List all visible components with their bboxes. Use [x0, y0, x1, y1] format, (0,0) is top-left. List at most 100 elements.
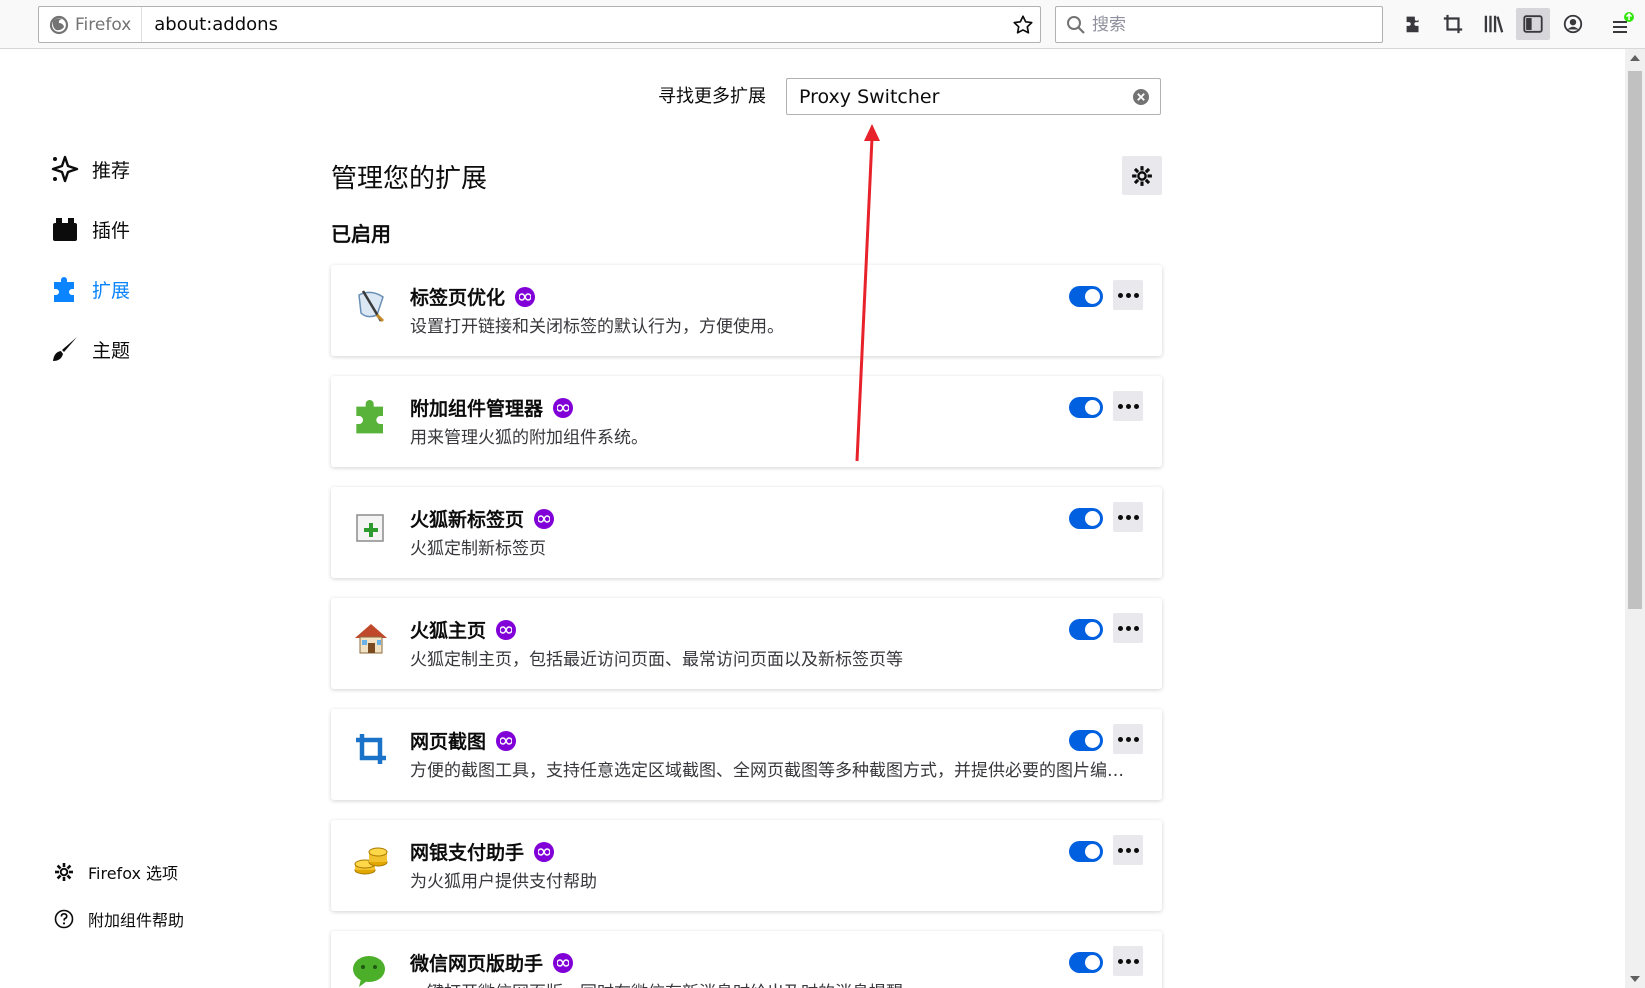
firefox-logo-icon	[49, 15, 69, 34]
sidebar-toolbar-button[interactable]	[1516, 8, 1550, 40]
sidebar-icon	[1523, 15, 1543, 33]
recommended-badge-icon	[553, 397, 574, 418]
extension-more-options-button[interactable]	[1113, 724, 1143, 754]
extension-more-options-button[interactable]	[1113, 502, 1143, 532]
url-text[interactable]: about:addons	[142, 14, 1006, 35]
scroll-down-arrow-icon[interactable]	[1625, 970, 1645, 988]
extension-name-row: 标签页优化	[410, 283, 536, 310]
extension-card[interactable]: 网页截图 方便的截图工具，支持任意选定区域截图、全网页截图等多种截图方式，并提供…	[331, 709, 1162, 800]
library-icon	[1484, 15, 1504, 33]
identity-box[interactable]: Firefox	[39, 7, 143, 42]
recommended-badge-icon	[515, 286, 536, 307]
extension-enable-toggle[interactable]	[1069, 841, 1103, 862]
page-scrollbar[interactable]	[1625, 49, 1645, 988]
account-toolbar-button[interactable]	[1556, 8, 1590, 40]
extension-enable-toggle[interactable]	[1069, 508, 1103, 529]
sidebar-item-label: 扩展	[92, 279, 131, 302]
extension-name-row: 火狐主页	[410, 616, 517, 643]
extension-description: 方便的截图工具，支持任意选定区域截图、全网页截图等多种截图方式，并提供必要的图片…	[410, 761, 1130, 781]
sidebar-item-recommended[interactable]: 推荐	[50, 154, 130, 184]
sidebar-item-themes[interactable]: 主题	[50, 334, 130, 364]
clear-search-icon[interactable]	[1132, 88, 1150, 106]
extension-more-options-button[interactable]	[1113, 391, 1143, 421]
scroll-thumb[interactable]	[1628, 71, 1642, 609]
section-heading-enabled: 已启用	[331, 222, 391, 246]
recommended-badge-icon	[553, 952, 574, 973]
extension-name: 网页截图	[410, 731, 487, 753]
extension-name: 网银支付助手	[410, 842, 525, 864]
hamburger-update-icon	[1613, 12, 1634, 33]
menu-toolbar-button[interactable]	[1605, 8, 1641, 40]
recommended-badge-icon	[496, 619, 517, 640]
sidebar-item-label: 推荐	[92, 159, 131, 182]
gear-icon	[55, 863, 73, 881]
extension-name: 火狐新标签页	[410, 509, 525, 531]
extension-name: 火狐主页	[410, 620, 487, 642]
find-more-label: 寻找更多扩展	[658, 86, 766, 107]
search-icon	[1067, 15, 1085, 34]
extension-enable-toggle[interactable]	[1069, 619, 1103, 640]
scroll-up-arrow-icon[interactable]	[1625, 49, 1645, 67]
puzzle-icon	[54, 277, 74, 302]
footer-label: Firefox 选项	[88, 864, 179, 883]
extension-card[interactable]: 附加组件管理器 用来管理火狐的附加组件系统。	[331, 376, 1162, 467]
tools-menu-button[interactable]	[1122, 156, 1162, 195]
extension-name: 微信网页版助手	[410, 953, 544, 975]
extension-enable-toggle[interactable]	[1069, 730, 1103, 751]
recommended-badge-icon	[534, 508, 555, 529]
extension-name-row: 附加组件管理器	[410, 394, 574, 421]
new-tab-icon	[349, 505, 393, 549]
extension-description: 用来管理火狐的附加组件系统。	[410, 428, 648, 448]
gear-icon	[1132, 165, 1152, 186]
extension-name-row: 网银支付助手	[410, 838, 555, 865]
extension-name-row: 微信网页版助手	[410, 949, 574, 976]
search-bar[interactable]	[1055, 6, 1383, 43]
sidebar-item-label: 主题	[92, 339, 131, 362]
browser-toolbar: Firefox about:addons	[0, 0, 1645, 49]
extension-more-options-button[interactable]	[1113, 280, 1143, 310]
extension-description: 火狐定制新标签页	[410, 539, 546, 559]
extension-more-options-button[interactable]	[1113, 946, 1143, 976]
brush-icon	[53, 337, 77, 361]
puzzle-icon	[1406, 16, 1419, 33]
sidebar-item-label: 插件	[92, 219, 131, 242]
extension-card[interactable]: 火狐主页 火狐定制主页，包括最近访问页面、最常访问页面以及新标签页等	[331, 598, 1162, 689]
coins-icon	[349, 838, 393, 882]
account-icon	[1563, 14, 1583, 34]
sparkle-icon	[51, 155, 79, 183]
screenshot-toolbar-button[interactable]	[1436, 8, 1470, 40]
extension-description: 一键打开微信网页版，同时在微信有新消息时给出及时的消息提醒	[410, 978, 1130, 988]
extension-card[interactable]: 网银支付助手 为火狐用户提供支付帮助	[331, 820, 1162, 911]
recommended-badge-icon	[534, 841, 555, 862]
sidebar-footer-options[interactable]: Firefox 选项	[54, 860, 178, 884]
extension-enable-toggle[interactable]	[1069, 397, 1103, 418]
extension-name: 标签页优化	[410, 287, 506, 309]
identity-label: Firefox	[75, 14, 132, 35]
extension-more-options-button[interactable]	[1113, 613, 1143, 643]
extension-card[interactable]: 标签页优化 设置打开链接和关闭标签的默认行为，方便使用。	[331, 265, 1162, 356]
extension-card[interactable]: 火狐新标签页 火狐定制新标签页	[331, 487, 1162, 578]
house-icon	[349, 616, 393, 660]
sidebar-item-extensions[interactable]: 扩展	[50, 274, 130, 304]
footer-label: 附加组件帮助	[88, 911, 185, 930]
extension-name-row: 火狐新标签页	[410, 505, 555, 532]
tab-tweak-icon	[349, 283, 393, 327]
sidebar-footer-help[interactable]: 附加组件帮助	[54, 907, 184, 931]
url-bar[interactable]: Firefox about:addons	[38, 6, 1041, 43]
addons-search-value[interactable]: Proxy Switcher	[799, 86, 1132, 108]
extension-enable-toggle[interactable]	[1069, 286, 1103, 307]
addons-search-input[interactable]: Proxy Switcher	[786, 78, 1161, 115]
library-toolbar-button[interactable]	[1476, 8, 1510, 40]
bookmark-star-icon[interactable]	[1006, 8, 1040, 42]
extension-name: 附加组件管理器	[410, 398, 544, 420]
extension-enable-toggle[interactable]	[1069, 952, 1103, 973]
green-puzzle-icon	[349, 394, 393, 438]
wechat-icon	[349, 949, 393, 988]
extensions-toolbar-button[interactable]	[1396, 8, 1430, 40]
extension-description: 设置打开链接和关闭标签的默认行为，方便使用。	[410, 317, 784, 337]
sidebar-item-plugins[interactable]: 插件	[50, 214, 130, 244]
search-input[interactable]	[1092, 14, 1352, 35]
extension-more-options-button[interactable]	[1113, 835, 1143, 865]
plugin-block-icon	[53, 218, 77, 241]
extension-card[interactable]: 微信网页版助手 一键打开微信网页版，同时在微信有新消息时给出及时的消息提醒	[331, 931, 1162, 988]
